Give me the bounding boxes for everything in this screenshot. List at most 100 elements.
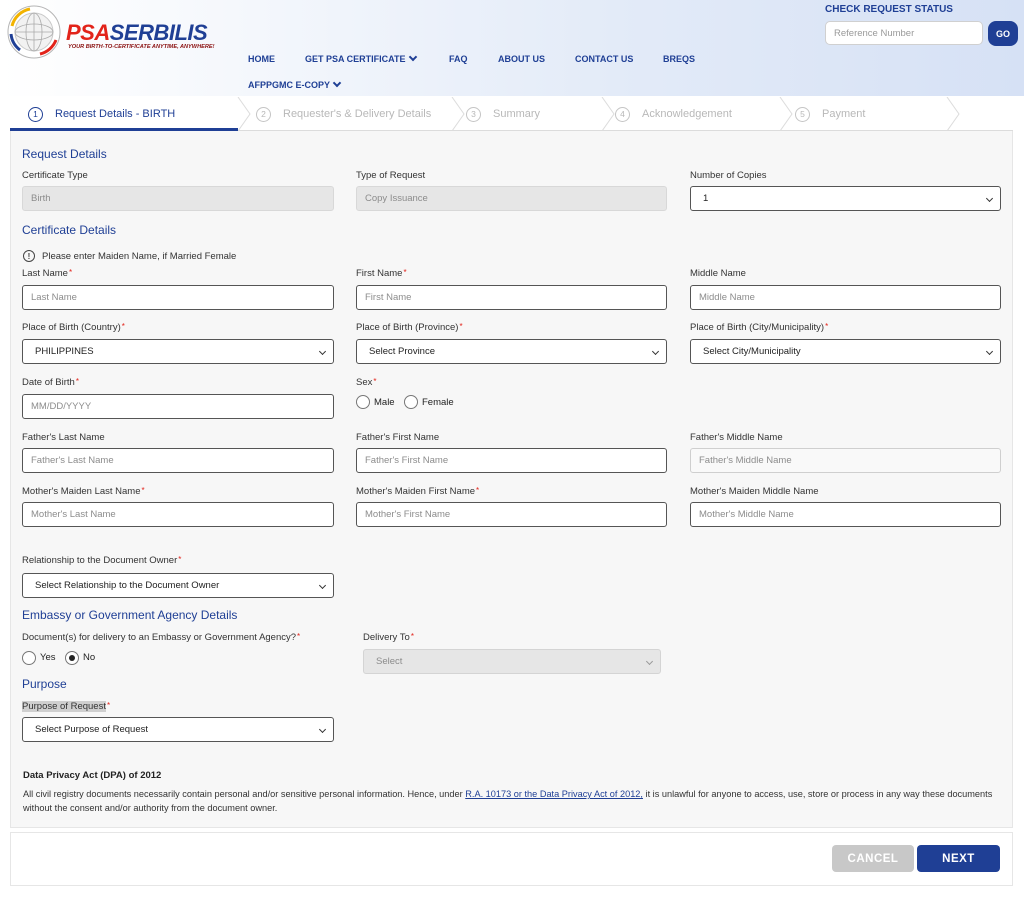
father-last-name-label: Father's Last Name — [22, 432, 105, 443]
chevron-down-icon — [318, 347, 327, 356]
step-label: Request Details - BIRTH — [55, 108, 176, 120]
step-label: Payment — [822, 108, 866, 120]
first-name-input[interactable] — [356, 285, 667, 310]
chevron-down-icon — [645, 657, 654, 666]
maiden-name-note: Please enter Maiden Name, if Married Fem… — [42, 251, 237, 262]
nav-get-psa-certificate[interactable]: GET PSA CERTIFICATE — [305, 52, 417, 64]
nav-about-us[interactable]: ABOUT US — [498, 54, 545, 64]
chevron-down-icon — [985, 347, 994, 356]
dob-label: Date of Birth — [22, 377, 79, 388]
next-button[interactable]: NEXT — [917, 845, 1000, 872]
chevron-down-icon — [985, 194, 994, 203]
pob-country-label: Place of Birth (Country) — [22, 322, 125, 333]
step-label: Requester's & Delivery Details — [283, 108, 432, 120]
relationship-label: Relationship to the Document Owner — [22, 555, 181, 566]
father-first-name-label: Father's First Name — [356, 432, 440, 443]
certificate-type-field — [22, 186, 334, 211]
embassy-no-radio[interactable] — [65, 651, 79, 665]
pob-city-select[interactable]: Select City/Municipality — [690, 339, 1001, 364]
pob-province-label: Place of Birth (Province) — [356, 322, 463, 333]
brand-tagline: YOUR BIRTH-TO-CERTIFICATE ANYTIME, ANYWH… — [68, 44, 215, 50]
chevron-down-icon — [332, 78, 342, 88]
middle-name-label: Middle Name — [690, 268, 746, 279]
certificate-details-title: Certificate Details — [22, 223, 117, 237]
pob-country-select[interactable]: PHILIPPINES — [22, 339, 334, 364]
delivery-to-select: Select — [363, 649, 661, 674]
purpose-label: Purpose of Request — [22, 701, 110, 712]
sex-male-radio[interactable] — [356, 395, 370, 409]
site-header: PSASERBILIS YOUR BIRTH-TO-CERTIFICATE AN… — [0, 0, 1024, 96]
nav-faq[interactable]: FAQ — [449, 54, 468, 64]
step-number: 5 — [795, 106, 810, 122]
embassy-yes-label[interactable]: Yes — [40, 652, 56, 663]
select-value: Select Purpose of Request — [35, 724, 149, 735]
certificate-type-label: Certificate Type — [22, 170, 88, 181]
father-middle-name-label: Father's Middle Name — [690, 432, 783, 443]
type-of-request-label: Type of Request — [356, 170, 426, 181]
sex-female-radio[interactable] — [404, 395, 418, 409]
last-name-input[interactable] — [22, 285, 334, 310]
data-privacy-text: All civil registry documents necessarily… — [23, 789, 993, 813]
mother-first-name-input[interactable] — [356, 502, 667, 527]
progress-stepper: 1 Request Details - BIRTH 2 Requester's … — [10, 97, 1013, 131]
father-first-name-input[interactable] — [356, 448, 667, 473]
mother-last-name-input[interactable] — [22, 502, 334, 527]
select-value: Select Province — [369, 346, 436, 357]
request-details-title: Request Details — [22, 147, 107, 161]
purpose-select[interactable]: Select Purpose of Request — [22, 717, 334, 742]
reference-number-input[interactable] — [825, 21, 983, 45]
check-request-status-title: CHECK REQUEST STATUS — [825, 4, 953, 15]
request-form-panel: Request Details Certificate Type Type of… — [10, 131, 1013, 828]
father-middle-name-input[interactable] — [690, 448, 1001, 473]
embassy-details-title: Embassy or Government Agency Details — [22, 608, 238, 622]
pob-city-label: Place of Birth (City/Municipality) — [690, 322, 828, 333]
psa-seal-icon — [7, 5, 61, 59]
step-number: 4 — [615, 106, 630, 122]
step-request-details[interactable]: 1 Request Details - BIRTH — [28, 97, 175, 131]
delivery-to-label: Delivery To — [363, 632, 414, 643]
cancel-button[interactable]: CANCEL — [832, 845, 914, 872]
father-last-name-input[interactable] — [22, 448, 334, 473]
mother-middle-name-input[interactable] — [690, 502, 1001, 527]
nav-home[interactable]: HOME — [248, 54, 275, 64]
middle-name-input[interactable] — [690, 285, 1001, 310]
data-privacy-act-link[interactable]: R.A. 10173 or the Data Privacy Act of 20… — [465, 789, 643, 799]
chevron-down-icon — [318, 581, 327, 590]
select-value: Select City/Municipality — [703, 346, 801, 357]
chevron-down-icon — [651, 347, 660, 356]
select-value: Select Relationship to the Document Owne… — [35, 580, 220, 591]
mother-last-name-label: Mother's Maiden Last Name — [22, 486, 145, 497]
number-of-copies-label: Number of Copies — [690, 170, 767, 181]
nav-contact-us[interactable]: CONTACT US — [575, 54, 633, 64]
chevron-down-icon — [318, 725, 327, 734]
step-acknowledgement: 4 Acknowledgement — [615, 97, 732, 131]
data-privacy-title: Data Privacy Act (DPA) of 2012 — [23, 770, 162, 781]
embassy-no-label[interactable]: No — [83, 652, 95, 663]
sex-male-label[interactable]: Male — [374, 397, 395, 408]
chevron-down-icon — [408, 52, 417, 62]
step-label: Summary — [493, 108, 541, 120]
first-name-label: First Name — [356, 268, 407, 279]
step-number: 3 — [466, 106, 481, 122]
step-label: Acknowledgement — [642, 108, 732, 120]
dob-input[interactable] — [22, 394, 334, 419]
embassy-yes-radio[interactable] — [22, 651, 36, 665]
mother-middle-name-label: Mother's Maiden Middle Name — [690, 486, 819, 497]
mother-first-name-label: Mother's Maiden First Name — [356, 486, 479, 497]
info-icon: ! — [23, 250, 35, 262]
psa-serbilis-logo[interactable]: PSASERBILIS YOUR BIRTH-TO-CERTIFICATE AN… — [6, 4, 216, 60]
nav-afppgmc-ecopy[interactable]: AFPPGMC E-COPY — [248, 78, 342, 90]
pob-province-select[interactable]: Select Province — [356, 339, 667, 364]
step-summary: 3 Summary — [466, 97, 540, 131]
relationship-select[interactable]: Select Relationship to the Document Owne… — [22, 573, 334, 598]
sex-label: Sex — [356, 377, 377, 388]
nav-breqs[interactable]: BREQS — [663, 54, 695, 64]
purpose-title: Purpose — [22, 677, 67, 691]
number-of-copies-select[interactable]: 1 — [690, 186, 1001, 211]
select-value: PHILIPPINES — [35, 346, 94, 357]
go-button[interactable]: GO — [988, 21, 1018, 46]
step-number: 1 — [28, 106, 43, 122]
brand-name: PSASERBILIS — [66, 20, 208, 45]
sex-female-label[interactable]: Female — [422, 397, 454, 408]
select-value: Select — [376, 656, 403, 667]
